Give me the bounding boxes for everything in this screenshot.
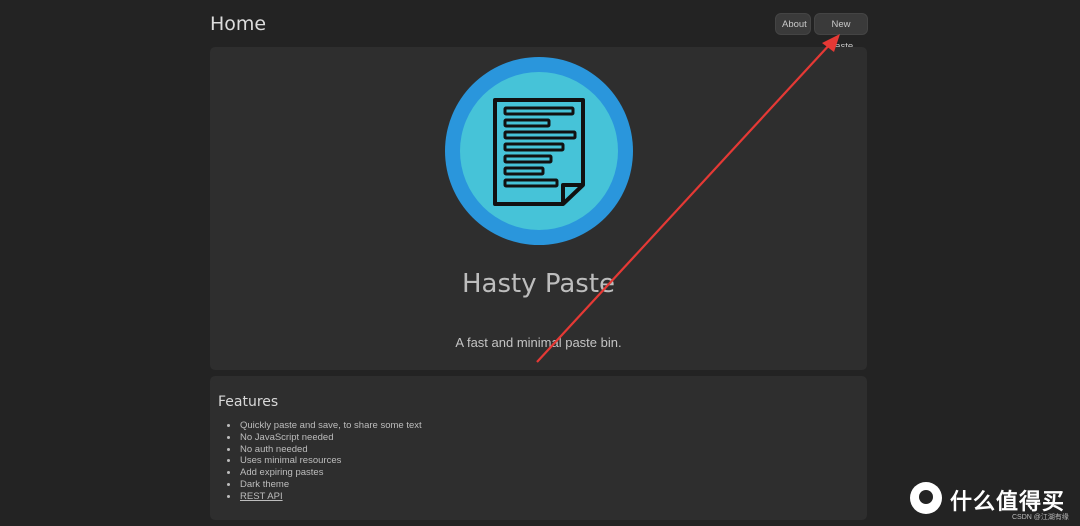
feature-item: Add expiring pastes — [239, 467, 422, 479]
top-header: Home About New Paste — [210, 0, 868, 52]
page-title: Home — [210, 13, 267, 35]
app-name-heading: Hasty Paste — [461, 269, 616, 299]
feature-item: Dark theme — [239, 479, 422, 491]
page: Home About New Paste Hasty Paste A fast … — [0, 0, 1080, 526]
feature-item: Uses minimal resources — [239, 455, 422, 467]
feature-item-rest-api: REST API — [239, 491, 422, 503]
watermark-logo-icon — [910, 482, 942, 514]
feature-item: No JavaScript needed — [239, 432, 422, 444]
rest-api-link[interactable]: REST API — [240, 491, 283, 502]
feature-item: Quickly paste and save, to share some te… — [239, 420, 422, 432]
features-heading: Features — [218, 394, 279, 410]
features-card: Features Quickly paste and save, to shar… — [210, 376, 867, 520]
watermark-credit: CSDN @江湖有缘 — [1012, 514, 1069, 521]
feature-item: No auth needed — [239, 444, 422, 456]
app-tagline: A fast and minimal paste bin. — [455, 335, 622, 350]
document-icon — [445, 57, 633, 245]
features-list: Quickly paste and save, to share some te… — [230, 420, 422, 503]
hero-card: Hasty Paste A fast and minimal paste bin… — [210, 47, 867, 370]
new-paste-button[interactable]: New Paste — [814, 13, 868, 52]
about-button[interactable]: About — [775, 13, 811, 35]
watermark: 什么值得买 CSDN @江湖有缘 — [908, 480, 1073, 521]
